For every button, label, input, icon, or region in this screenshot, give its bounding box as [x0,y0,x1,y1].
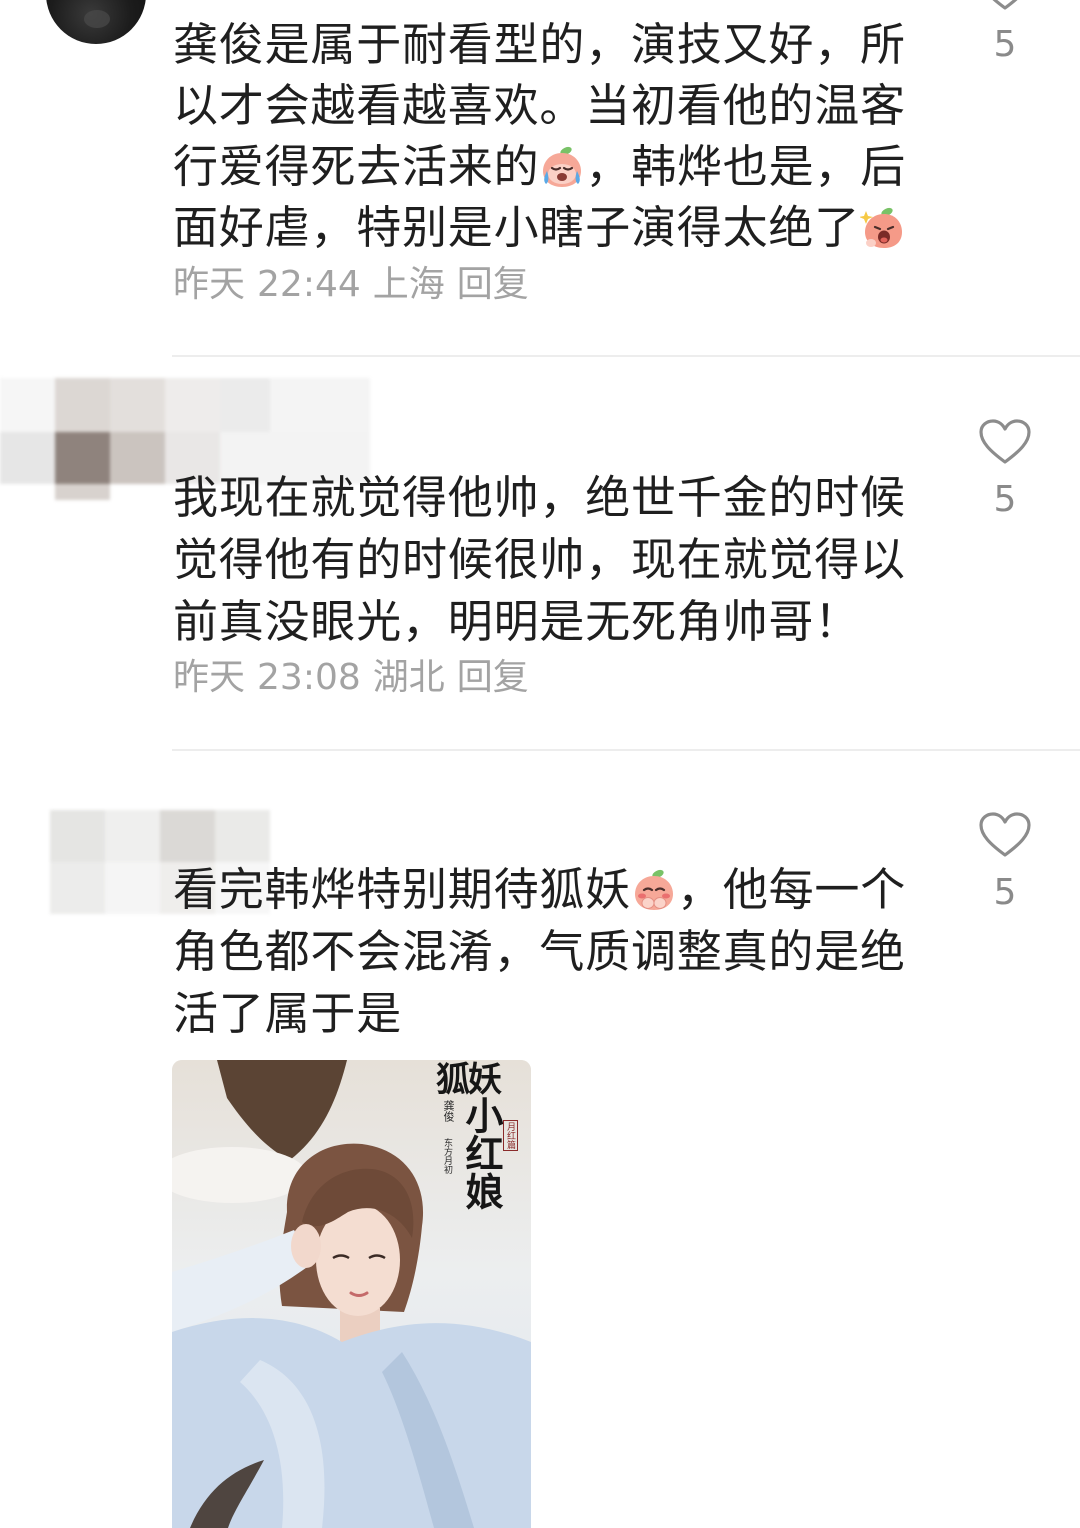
comment-line: 觉得他有的时候很帅，现在就觉得以 [173,529,973,591]
crying-peach-emoji-icon [539,144,585,190]
comment-line: 前真没眼光，明明是无死角帅哥！ [173,591,973,653]
comment-line-text: 看完韩烨特别期待狐妖 [173,863,632,916]
comment-line: 活了属于是 [173,983,973,1045]
comment-line-text: 前真没眼光，明明是无死角帅哥！ [173,595,861,648]
blushing-peach-emoji-icon [631,867,677,913]
comment-line-text: 我现在就觉得他帅，绝世千金的时候 [173,471,906,524]
comment-line-text: ，韩烨也是，后 [585,140,907,193]
comment-time: 23:08 [257,657,361,698]
like-count: 5 [993,479,1017,520]
poster-title-main: 小红娘 [459,1096,504,1210]
heart-outline-icon[interactable] [978,811,1032,859]
like-count: 5 [993,24,1017,65]
comment-divider [172,749,1080,751]
comment-divider [172,355,1080,357]
heart-outline-icon[interactable] [978,418,1032,466]
comment-text[interactable]: 我现在就觉得他帅，绝世千金的时候 觉得他有的时候很帅，现在就觉得以 前真没眼光，… [173,467,973,653]
poster-actor: 龚俊 [442,1100,455,1122]
comment-location: 湖北 [372,657,445,698]
comment-date: 昨天 [173,264,246,305]
comment-line-text: 觉得他有的时候很帅，现在就觉得以 [173,533,906,586]
comment-time: 22:44 [257,264,361,305]
reply-button[interactable]: 回复 [457,264,529,305]
comment-date: 昨天 [173,657,246,698]
comment-line-text: 行爱得死去活来的 [173,140,540,193]
comment-line: 以才会越看越喜欢。当初看他的温客 [173,75,973,136]
poster-role: 东方月初 [442,1138,452,1174]
comment-location: 上海 [372,264,445,305]
comment-line: 角色都不会混淆，气质调整真的是绝 [173,921,973,983]
heart-outline-icon[interactable] [978,0,1032,12]
comment-line-text: 角色都不会混淆，气质调整真的是绝 [173,925,906,978]
comment-line-text: 活了属于是 [173,987,403,1040]
shouting-peach-emoji-icon [860,205,906,251]
comment-image[interactable]: 狐妖 小红娘 龚俊 东方月初 月红篇 [172,1060,531,1528]
comment-meta: 昨天 23:08 湖北 回复 [173,651,773,705]
like-count: 5 [993,872,1017,913]
comment-line-text: ，他每一个 [677,863,907,916]
comment-line: 龚俊是属于耐看型的，演技又好，所 [173,14,973,75]
reply-button[interactable]: 回复 [457,657,529,698]
comment-line: 我现在就觉得他帅，绝世千金的时候 [173,467,973,529]
comment-text[interactable]: 看完韩烨特别期待狐妖 ，他每一个 角色都不会混淆，气质调整真的是绝 活了属于是 [173,859,973,1045]
comment-meta: 昨天 22:44 上海 回复 [173,258,773,312]
comment-line-text: 面好虐，特别是小瞎子演得太绝了 [173,201,861,254]
comment-line-text: 龚俊是属于耐看型的，演技又好，所 [173,18,906,71]
comment-text[interactable]: 龚俊是属于耐看型的，演技又好，所 以才会越看越喜欢。当初看他的温客 行爱得死去活… [173,14,973,258]
poster-subtitle: 月红篇 [503,1120,518,1151]
user-avatar[interactable] [46,0,146,44]
comment-line-text: 以才会越看越喜欢。当初看他的温客 [173,79,906,132]
comment-line: 面好虐，特别是小瞎子演得太绝了 [173,197,973,258]
comment-list: 5 龚俊是属于耐看型的，演技又好，所 以才会越看越喜欢。当初看他的温客 行爱得死… [0,0,1080,1528]
comment-line: 行爱得死去活来的 ，韩烨也是，后 [173,136,973,197]
poster-title-top: 狐妖 [436,1060,502,1100]
comment-line: 看完韩烨特别期待狐妖 ，他每一个 [173,859,973,921]
